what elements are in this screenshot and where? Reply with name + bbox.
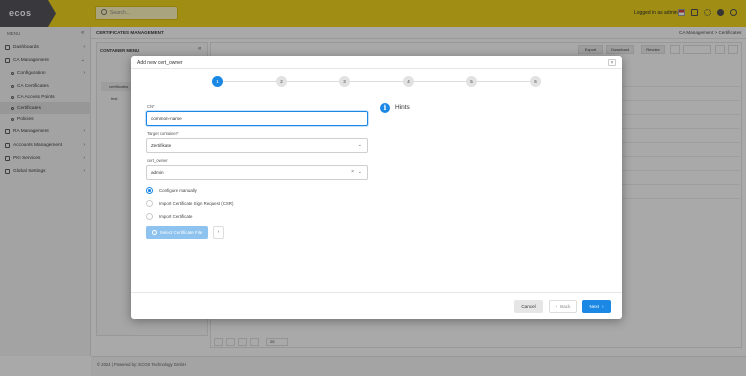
radio-label: Import Certificate Sign Request (CSR) xyxy=(159,201,234,206)
radio-label: Import Certificate xyxy=(159,214,193,219)
upload-icon xyxy=(151,230,157,235)
step-4[interactable]: 4 xyxy=(403,76,414,87)
step-1[interactable]: 1 xyxy=(212,76,223,87)
radio-configure-manually[interactable] xyxy=(146,187,153,194)
target-container-value: Zertifikate xyxy=(151,143,172,148)
radio-label: Configure manually xyxy=(159,188,197,193)
chevron-right-icon[interactable]: › xyxy=(213,226,224,239)
cancel-button[interactable]: Cancel xyxy=(514,300,543,313)
cn-input[interactable]: common-name xyxy=(146,111,368,126)
target-container-label: Target container* xyxy=(147,131,179,136)
hints-title: Hints xyxy=(395,104,410,111)
radio-import-certificate[interactable] xyxy=(146,213,153,220)
modal-title: Add new cert_owner xyxy=(137,60,183,66)
cert-owner-value: admin xyxy=(151,170,164,175)
step-3[interactable]: 3 xyxy=(339,76,350,87)
next-button[interactable]: Next › xyxy=(582,300,611,313)
step-5[interactable]: 5 xyxy=(466,76,477,87)
info-icon: i xyxy=(380,103,390,113)
step-6[interactable]: 6 xyxy=(530,76,541,87)
modal-header xyxy=(131,56,622,69)
radio-import-csr[interactable] xyxy=(146,200,153,207)
step-2[interactable]: 2 xyxy=(276,76,287,87)
chevron-down-icon: ⌄ xyxy=(357,169,362,175)
add-cert-owner-modal: Add new cert_owner × 1 2 3 4 5 6 CN* com… xyxy=(131,56,622,319)
select-certificate-file-button[interactable]: Select Certificate File xyxy=(146,226,208,239)
cert-owner-label: cert_owner xyxy=(147,158,168,163)
close-icon[interactable]: × xyxy=(608,59,616,66)
chevron-down-icon: ⌄ xyxy=(357,142,362,148)
back-button[interactable]: ‹ Back xyxy=(549,300,577,313)
target-container-select[interactable]: Zertifikate ⌄ xyxy=(146,138,368,153)
cert-owner-select[interactable]: admin × ⌄ xyxy=(146,165,368,180)
chevron-left-icon: ‹ xyxy=(555,304,558,309)
cn-label: CN* xyxy=(147,104,155,109)
stepper-line xyxy=(217,81,536,82)
chevron-right-icon: › xyxy=(601,304,604,309)
clear-icon[interactable]: × xyxy=(351,166,354,179)
